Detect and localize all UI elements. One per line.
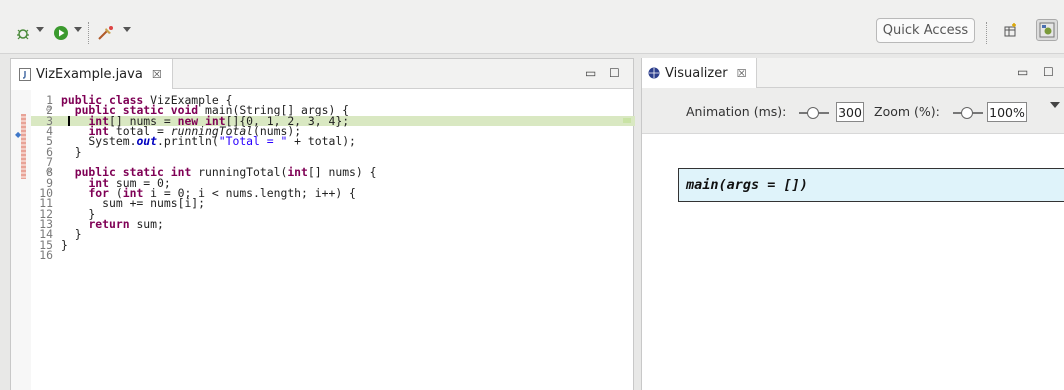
debug-icon[interactable] <box>14 24 32 42</box>
tab-label: Visualizer <box>665 65 728 81</box>
external-tools-dropdown-caret[interactable] <box>123 27 131 32</box>
eclipse-window: Quick Access VizExample.java ☒ ▭ ☐ ◆ 1 pu… <box>0 0 1064 390</box>
code-editor[interactable]: 1 public class VizExample {2 ⊖ public stat… <box>31 94 635 263</box>
code-line[interactable]: 11 sum += nums[i]; <box>31 198 635 210</box>
minimize-icon[interactable]: ▭ <box>1017 65 1028 79</box>
editor-tabbar: VizExample.java ☒ ▭ ☐ <box>11 59 633 89</box>
tab-label: VizExample.java <box>36 66 143 82</box>
tab-vizexample-java[interactable]: VizExample.java ☒ <box>11 59 173 89</box>
visualizer-view-icon <box>648 67 660 79</box>
animation-label: Animation (ms): <box>686 104 787 119</box>
close-icon[interactable]: ☒ <box>152 68 162 81</box>
debug-dropdown-caret[interactable] <box>36 27 44 32</box>
visualizer-panel: Visualizer ☒ ▭ ☐ Animation (ms): 300 Zoo… <box>641 58 1064 390</box>
java-file-icon <box>19 67 31 81</box>
instruction-pointer-icon: ◆ <box>15 130 22 139</box>
visualizer-controls: Animation (ms): 300 Zoom (%): 100% <box>642 88 1064 134</box>
view-menu-icon[interactable] <box>1050 102 1060 108</box>
open-perspective-icon[interactable] <box>1000 19 1022 41</box>
run-dropdown-caret[interactable] <box>74 27 82 32</box>
zoom-slider[interactable] <box>953 107 983 119</box>
editor-panel: VizExample.java ☒ ▭ ☐ ◆ 1 public class Vi… <box>10 58 635 390</box>
code-line[interactable]: 16 <box>31 248 635 263</box>
tab-visualizer[interactable]: Visualizer ☒ <box>642 58 758 88</box>
toolbar-separator <box>88 22 89 44</box>
zoom-percent-field[interactable]: 100% <box>987 102 1027 122</box>
stack-frame-main[interactable]: main(args = []) <box>678 168 1064 202</box>
zoom-label: Zoom (%): <box>874 104 940 119</box>
code-line[interactable]: 6 } <box>31 146 635 158</box>
animation-ms-field[interactable]: 300 <box>836 102 864 122</box>
code-line[interactable]: 15} <box>31 239 635 251</box>
code-line[interactable]: 13 return sum; <box>31 218 635 230</box>
minimize-icon[interactable]: ▭ <box>585 66 596 80</box>
quick-access-field[interactable]: Quick Access <box>876 18 975 43</box>
maximize-icon[interactable]: ☐ <box>609 66 620 80</box>
toolbar-separator <box>986 22 987 44</box>
animation-slider[interactable] <box>799 107 829 119</box>
main-toolbar: Quick Access <box>0 0 1064 54</box>
code-line[interactable]: 14 } <box>31 229 635 241</box>
external-tools-icon[interactable] <box>96 24 116 42</box>
debug-perspective-icon[interactable] <box>1036 19 1058 41</box>
code-line[interactable]: 5 System.out.println("Total = " + total)… <box>31 135 635 147</box>
maximize-icon[interactable]: ☐ <box>1043 65 1054 79</box>
overview-ruler-mark <box>623 117 631 123</box>
breakpoint-strip <box>21 114 26 179</box>
visualizer-tabbar: Visualizer ☒ ▭ ☐ <box>642 58 1064 88</box>
run-icon[interactable] <box>52 24 70 42</box>
line-number: 16 <box>39 248 53 263</box>
close-icon[interactable]: ☒ <box>737 67 747 80</box>
